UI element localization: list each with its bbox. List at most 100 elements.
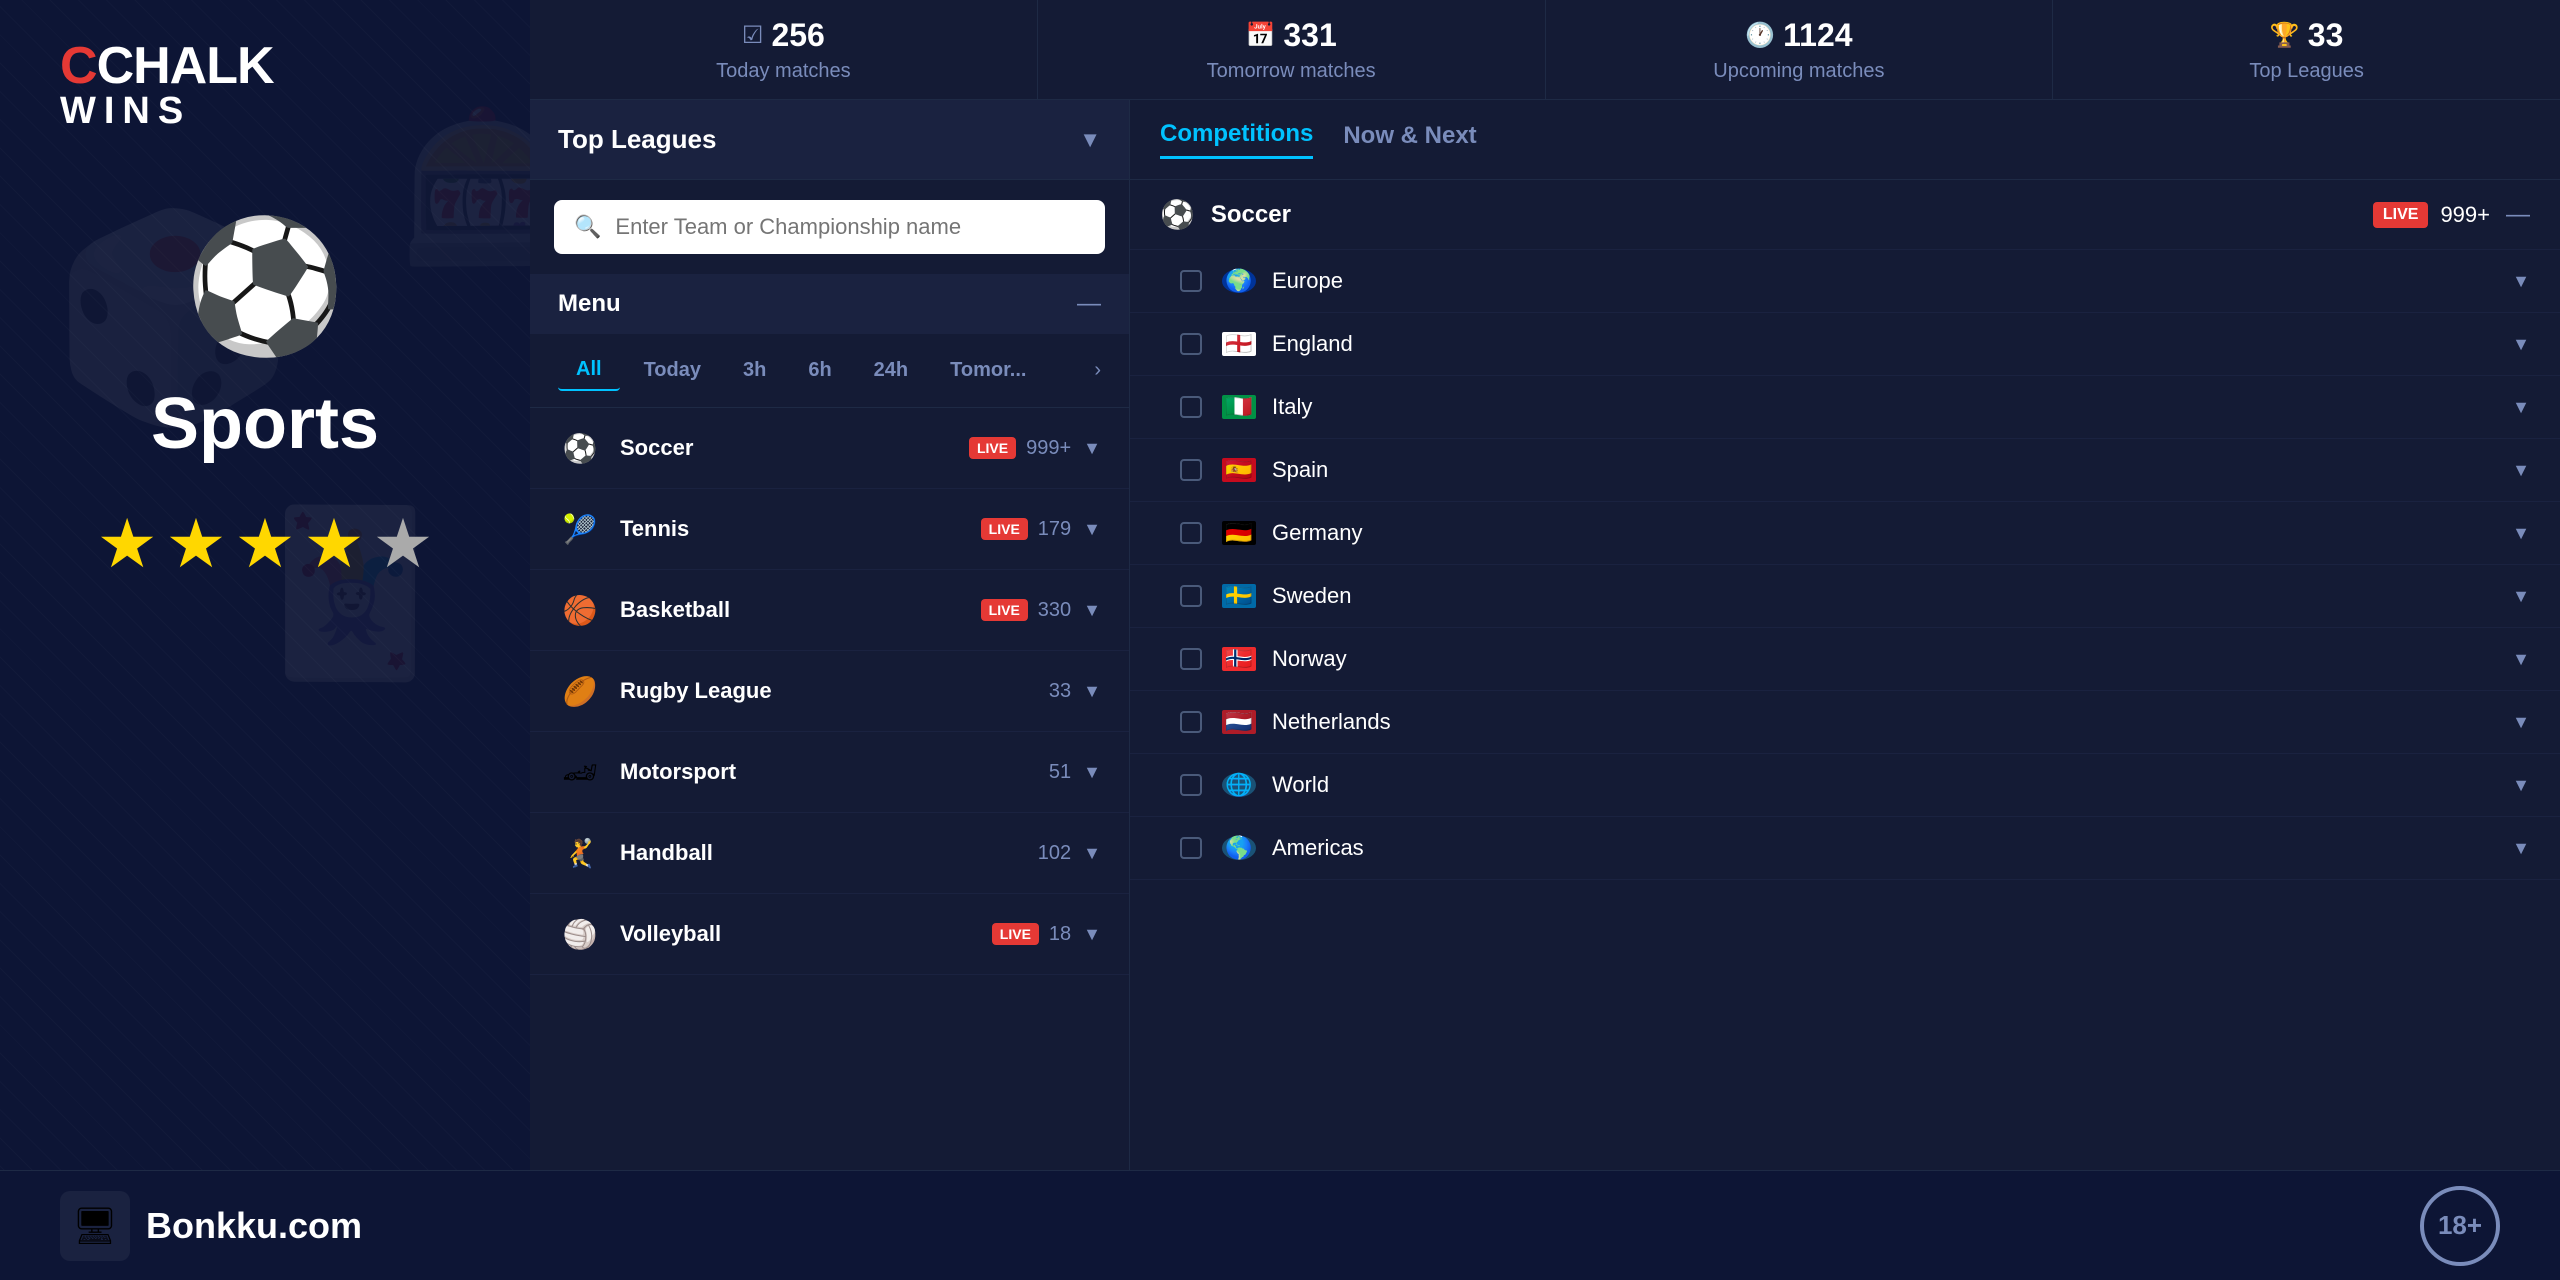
- basketball-sport-icon: 🏀: [558, 588, 602, 632]
- competition-list: 🌍 Europe ▼ 🏴󠁧󠁢󠁥󠁮󠁧󠁿 England ▼ 🇮🇹 Italy ▼: [1130, 250, 2560, 1280]
- americas-checkbox[interactable]: [1180, 837, 1202, 859]
- sport-item-volleyball[interactable]: 🏐 Volleyball LIVE 18 ▼: [530, 894, 1129, 975]
- motorsport-sport-icon: 🏎: [558, 750, 602, 794]
- handball-count: 102: [1038, 842, 1071, 865]
- bonkku-logo[interactable]: 🖥 Bonkku.com: [60, 1191, 362, 1261]
- tab-now-next[interactable]: Now & Next: [1343, 122, 1476, 158]
- world-chevron-icon: ▼: [2512, 775, 2530, 796]
- stats-bar: ☑ 256 Today matches 📅 331 Tomorrow match…: [530, 0, 2560, 100]
- logo-c: C: [60, 37, 97, 95]
- stat-tomorrow[interactable]: 📅 331 Tomorrow matches: [1038, 0, 1546, 99]
- europe-chevron-icon: ▼: [2512, 271, 2530, 292]
- today-icon: ☑: [742, 21, 764, 50]
- comp-item-netherlands[interactable]: 🇳🇱 Netherlands ▼: [1130, 691, 2560, 754]
- comp-item-italy[interactable]: 🇮🇹 Italy ▼: [1130, 376, 2560, 439]
- basketball-live-badge: LIVE: [981, 599, 1028, 621]
- tab-competitions[interactable]: Competitions: [1160, 120, 1313, 159]
- rating-stars: ★ ★ ★ ★ ★: [97, 505, 434, 584]
- logo-area: CCHALK WINS: [0, 40, 274, 130]
- germany-checkbox[interactable]: [1180, 522, 1202, 544]
- sweden-checkbox[interactable]: [1180, 585, 1202, 607]
- time-tab-24h[interactable]: 24h: [856, 351, 926, 390]
- star-5: ★: [372, 505, 433, 584]
- top-leagues-dropdown-label: Top Leagues: [558, 124, 716, 155]
- motorsport-chevron-icon: ▼: [1083, 762, 1101, 783]
- sport-item-handball[interactable]: 🤾 Handball 102 ▼: [530, 813, 1129, 894]
- search-bar[interactable]: 🔍: [554, 200, 1105, 254]
- competition-tabs: Competitions Now & Next: [1130, 100, 2560, 180]
- comp-item-spain[interactable]: 🇪🇸 Spain ▼: [1130, 439, 2560, 502]
- americas-comp-name: Americas: [1272, 835, 2512, 861]
- soccer-sport-name: Soccer: [620, 435, 969, 461]
- basketball-count: 330: [1038, 599, 1071, 622]
- soccer-comp-count: 999+: [2440, 202, 2490, 228]
- stat-upcoming[interactable]: 🕐 1124 Upcoming matches: [1546, 0, 2054, 99]
- menu-close-button[interactable]: —: [1077, 290, 1101, 318]
- soccer-comp-collapse-button[interactable]: —: [2506, 201, 2530, 229]
- sport-item-motorsport[interactable]: 🏎 Motorsport 51 ▼: [530, 732, 1129, 813]
- spain-flag-icon: 🇪🇸: [1222, 458, 1256, 482]
- england-checkbox[interactable]: [1180, 333, 1202, 355]
- spain-checkbox[interactable]: [1180, 459, 1202, 481]
- rugby-sport-icon: 🏉: [558, 669, 602, 713]
- time-tab-tomor[interactable]: Tomor...: [932, 351, 1044, 390]
- search-icon: 🔍: [574, 214, 601, 240]
- time-tab-today[interactable]: Today: [626, 351, 719, 390]
- tennis-sport-icon: 🎾: [558, 507, 602, 551]
- volleyball-sport-icon: 🏐: [558, 912, 602, 956]
- rugby-chevron-icon: ▼: [1083, 681, 1101, 702]
- americas-flag-icon: 🌎: [1222, 836, 1256, 860]
- stat-today[interactable]: ☑ 256 Today matches: [530, 0, 1038, 99]
- sport-item-rugby[interactable]: 🏉 Rugby League 33 ▼: [530, 651, 1129, 732]
- comp-item-germany[interactable]: 🇩🇪 Germany ▼: [1130, 502, 2560, 565]
- sport-item-soccer[interactable]: ⚽ Soccer LIVE 999+ ▼: [530, 408, 1129, 489]
- world-comp-name: World: [1272, 772, 2512, 798]
- time-arrow-icon[interactable]: ›: [1094, 359, 1101, 382]
- germany-chevron-icon: ▼: [2512, 523, 2530, 544]
- time-tab-all[interactable]: All: [558, 350, 620, 391]
- tennis-count: 179: [1038, 518, 1071, 541]
- tennis-live-badge: LIVE: [981, 518, 1028, 540]
- germany-flag-icon: 🇩🇪: [1222, 521, 1256, 545]
- americas-chevron-icon: ▼: [2512, 838, 2530, 859]
- sport-item-tennis[interactable]: 🎾 Tennis LIVE 179 ▼: [530, 489, 1129, 570]
- sport-item-basketball[interactable]: 🏀 Basketball LIVE 330 ▼: [530, 570, 1129, 651]
- comp-item-world[interactable]: 🌐 World ▼: [1130, 754, 2560, 817]
- comp-item-sweden[interactable]: 🇸🇪 Sweden ▼: [1130, 565, 2560, 628]
- stat-top-leagues[interactable]: 🏆 33 Top Leagues: [2053, 0, 2560, 99]
- comp-item-england[interactable]: 🏴󠁧󠁢󠁥󠁮󠁧󠁿 England ▼: [1130, 313, 2560, 376]
- netherlands-chevron-icon: ▼: [2512, 712, 2530, 733]
- world-checkbox[interactable]: [1180, 774, 1202, 796]
- europe-checkbox[interactable]: [1180, 270, 1202, 292]
- sports-label: Sports: [151, 383, 379, 465]
- netherlands-checkbox[interactable]: [1180, 711, 1202, 733]
- top-leagues-dropdown[interactable]: Top Leagues ▼: [530, 100, 1129, 180]
- top-leagues-icon: 🏆: [2270, 21, 2300, 50]
- logo-text: CCHALK WINS: [60, 40, 274, 130]
- comp-item-americas[interactable]: 🌎 Americas ▼: [1130, 817, 2560, 880]
- italy-checkbox[interactable]: [1180, 396, 1202, 418]
- menu-header: Menu —: [530, 274, 1129, 334]
- dropdown-chevron-icon: ▼: [1079, 127, 1101, 153]
- comp-item-norway[interactable]: 🇳🇴 Norway ▼: [1130, 628, 2560, 691]
- time-tab-3h[interactable]: 3h: [725, 351, 784, 390]
- norway-checkbox[interactable]: [1180, 648, 1202, 670]
- soccer-comp-name: Soccer: [1211, 201, 2373, 229]
- handball-sport-icon: 🤾: [558, 831, 602, 875]
- upcoming-label: Upcoming matches: [1713, 60, 1884, 83]
- age-restriction-badge: 18+: [2420, 1186, 2500, 1266]
- search-input[interactable]: [615, 214, 1085, 240]
- star-1: ★: [97, 505, 158, 584]
- italy-chevron-icon: ▼: [2512, 397, 2530, 418]
- sweden-chevron-icon: ▼: [2512, 586, 2530, 607]
- star-3: ★: [235, 505, 296, 584]
- europe-flag-icon: 🌍: [1222, 269, 1256, 293]
- time-tab-6h[interactable]: 6h: [790, 351, 849, 390]
- today-count: 256: [771, 17, 824, 54]
- basketball-chevron-icon: ▼: [1083, 600, 1101, 621]
- bonkku-icon: 🖥: [60, 1191, 130, 1261]
- comp-item-europe[interactable]: 🌍 Europe ▼: [1130, 250, 2560, 313]
- volleyball-chevron-icon: ▼: [1083, 924, 1101, 945]
- sports-list: ⚽ Soccer LIVE 999+ ▼ 🎾 Tennis LIVE 179 ▼…: [530, 408, 1129, 1280]
- basketball-sport-name: Basketball: [620, 597, 981, 623]
